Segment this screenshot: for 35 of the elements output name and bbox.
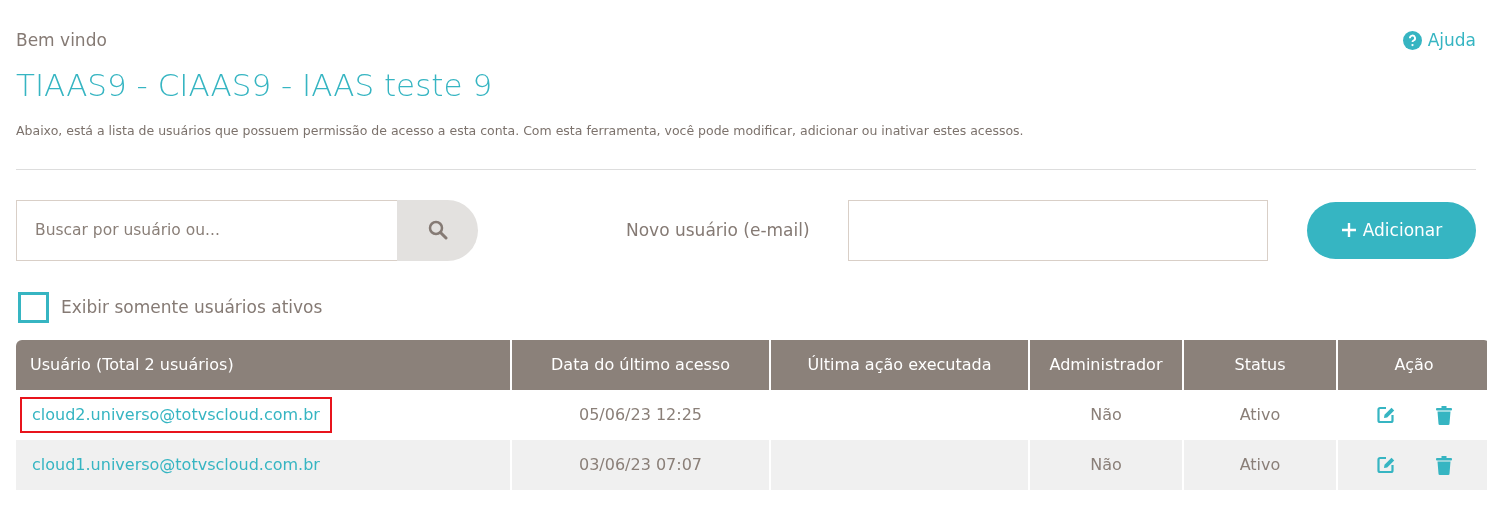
user-email-link[interactable]: cloud2.universo@totvscloud.com.br	[20, 396, 332, 433]
column-header: Status	[1184, 339, 1336, 390]
help-link[interactable]: Ajuda	[1402, 28, 1476, 54]
edit-button[interactable]	[1376, 405, 1396, 426]
table-cell-text: Ativo	[1238, 403, 1282, 426]
column-header: Usuário (Total 2 usuários)	[16, 339, 510, 390]
page-title: TIAAS9 - CIAAS9 - IAAS teste 9	[16, 65, 494, 105]
trash-icon	[1436, 455, 1452, 475]
search-field[interactable]: Buscar por usuário ou...	[16, 199, 397, 261]
delete-button[interactable]	[1436, 455, 1452, 475]
table-cell: 03/06/23 07:07	[512, 439, 769, 490]
plus-icon	[1340, 222, 1357, 239]
search-button[interactable]	[397, 199, 478, 261]
table-cell-text: 05/06/23 12:25	[577, 403, 704, 426]
edit-button[interactable]	[1376, 455, 1396, 476]
active-only-checkbox[interactable]	[18, 291, 49, 323]
column-header: Ação	[1338, 339, 1487, 390]
table-cell-text: Não	[1089, 403, 1123, 426]
checkbox-label: Exibir somente usuários ativos	[61, 295, 323, 319]
email-field[interactable]	[847, 199, 1268, 261]
edit-icon	[1376, 455, 1396, 476]
add-button[interactable]: Adicionar	[1307, 201, 1476, 259]
description-text: Abaixo, está a lista de usuários que possuem permissão de acesso a esta conta. Com esta ferramenta, você pode modificar, adicionar ou inativar estes acessos.	[16, 122, 1025, 140]
help-icon	[1402, 31, 1422, 51]
trash-icon	[1436, 405, 1452, 425]
column-header: Administrador	[1030, 339, 1182, 390]
greeting-text: Bem vindo	[16, 29, 107, 52]
column-header: Data do último acesso	[512, 339, 769, 390]
delete-button[interactable]	[1436, 405, 1452, 425]
field-label: Novo usuário (e-mail)	[626, 218, 810, 242]
column-header: Última ação executada	[771, 339, 1028, 390]
table-cell: Ativo	[1184, 439, 1336, 490]
search-icon	[427, 220, 448, 241]
table-cell: Não	[1030, 439, 1182, 490]
edit-icon	[1376, 405, 1396, 426]
